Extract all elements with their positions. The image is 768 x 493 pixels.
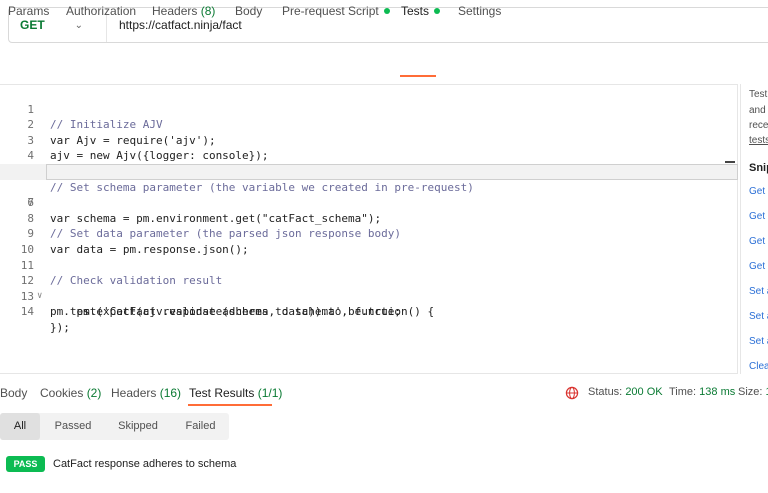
code-line: 3 ajv = new Ajv({logger: console}); <box>27 133 269 163</box>
chevron-down-icon: ⌄ <box>74 19 84 31</box>
active-tab-indicator <box>188 404 272 406</box>
code-line: 10 <box>20 242 34 256</box>
tab-params[interactable]: Params <box>8 4 49 18</box>
filter-all[interactable]: All <box>0 413 40 440</box>
snippet-item[interactable]: Set a <box>749 286 768 297</box>
side-description-text: Test <box>749 89 768 100</box>
filter-passed[interactable]: Passed <box>42 413 104 440</box>
snippets-panel: Test and rece tests Snip Get a Get a Get… <box>740 84 768 374</box>
globe-icon[interactable] <box>565 386 579 400</box>
code-line: 8 // Set data parameter (the parsed json… <box>27 211 401 241</box>
side-description-text: rece <box>749 120 768 131</box>
snippet-item[interactable]: Get a <box>749 186 768 197</box>
snippet-item[interactable]: Set a <box>749 311 768 322</box>
response-tab-body[interactable]: Body <box>0 386 27 400</box>
method-label: GET <box>20 18 45 32</box>
response-tab-cookies[interactable]: Cookies (2) <box>40 386 101 400</box>
size-readout: Size: 1 <box>738 386 768 398</box>
code-editor[interactable]: 1 // Initialize AJV 2 var Ajv = require(… <box>0 84 738 374</box>
tab-headers[interactable]: Headers (8) <box>152 4 215 18</box>
snippets-heading: Snip <box>749 162 768 174</box>
code-line: 5 // Set schema parameter (the variable … <box>27 165 474 194</box>
active-line-highlight <box>46 164 738 180</box>
snippet-item[interactable]: Get a <box>749 236 768 247</box>
snippet-item[interactable]: Set a <box>749 336 768 347</box>
tab-authorization[interactable]: Authorization <box>66 4 136 18</box>
snippet-item[interactable]: Get a <box>749 261 768 272</box>
tab-settings[interactable]: Settings <box>458 4 501 18</box>
tests-docs-link[interactable]: tests <box>749 135 768 146</box>
code-line: 14 }); <box>20 305 70 334</box>
status-readout: Status: 200 OK <box>588 386 663 398</box>
response-tab-test-results[interactable]: Test Results (1/1) <box>189 386 282 400</box>
snippet-item[interactable]: Clea <box>749 361 768 372</box>
status-dot-icon <box>383 7 390 14</box>
code-line: 7 <box>27 196 34 210</box>
result-filter-group: All Passed Skipped Failed <box>0 413 229 440</box>
tab-pre-request-script[interactable]: Pre-request Script <box>282 4 390 18</box>
side-description-text: and <box>749 105 766 116</box>
tab-body[interactable]: Body <box>235 4 262 18</box>
code-line: 2 var Ajv = require('ajv'); <box>27 118 216 147</box>
code-line: 11 // Check validation result <box>20 258 223 288</box>
tab-tests[interactable]: Tests <box>401 4 441 18</box>
time-readout: Time: 138 ms <box>669 386 736 398</box>
filter-failed[interactable]: Failed <box>172 413 229 440</box>
filter-skipped[interactable]: Skipped <box>106 413 170 440</box>
code-line: 4 <box>27 149 34 163</box>
headers-count: (8) <box>200 4 216 18</box>
snippet-item[interactable]: Get a <box>749 211 768 222</box>
url-input[interactable]: https://catfact.ninja/fact <box>107 18 242 32</box>
test-result-name: CatFact response adheres to schema <box>53 458 237 470</box>
code-line: 1 // Initialize AJV <box>27 102 163 132</box>
scrollbar-marker[interactable] <box>725 161 735 163</box>
status-dot-icon <box>434 7 441 14</box>
pass-badge: PASS <box>6 456 45 472</box>
code-line: 9 var data = pm.response.json(); <box>27 227 249 256</box>
code-line: 12 ∨ pm.test('CatFact response adheres t… <box>20 274 435 319</box>
active-tab-indicator <box>400 75 436 77</box>
code-line: 13 pm.expect(ajv.validate(schema, data))… <box>20 289 401 319</box>
response-tab-headers[interactable]: Headers (16) <box>111 386 181 400</box>
code-line-active: 6 var schema = pm.environment.get("catFa… <box>0 164 738 225</box>
